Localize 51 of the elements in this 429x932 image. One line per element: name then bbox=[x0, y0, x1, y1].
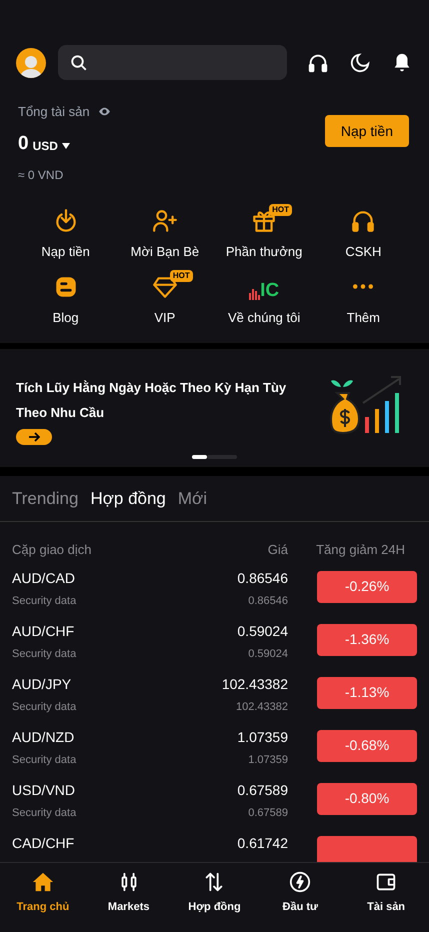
deposit-button[interactable]: Nạp tiền bbox=[324, 115, 409, 147]
more-icon bbox=[353, 284, 374, 289]
market-row[interactable]: AUD/CHF Security data 0.59024 0.59024 -1.36% bbox=[0, 620, 429, 674]
caret-icon bbox=[62, 142, 70, 149]
nav-item[interactable]: Markets bbox=[86, 863, 172, 932]
change-badge: -0.80% bbox=[317, 782, 417, 814]
swap-arrows-icon bbox=[203, 871, 226, 893]
total-assets-label: Tổng tài sản bbox=[18, 103, 90, 121]
market-row[interactable]: AUD/JPY Security data 102.43382 102.43382 -1.13% bbox=[0, 674, 429, 726]
search-field[interactable] bbox=[58, 45, 287, 80]
shortcut-item[interactable]: IC Về chúng tôi bbox=[214, 274, 314, 327]
column-header: Tăng giảm 24H bbox=[315, 541, 406, 559]
tab[interactable]: Mới bbox=[178, 486, 207, 512]
arrow-button[interactable] bbox=[16, 429, 52, 445]
moon-icon[interactable] bbox=[349, 52, 371, 74]
market-row[interactable]: CAD/CHF 0.61742 bbox=[0, 832, 429, 862]
column-header: Giá bbox=[266, 541, 288, 559]
search-icon bbox=[70, 54, 88, 72]
column-header: Cặp giao dịch bbox=[12, 541, 92, 559]
shortcut-item[interactable]: Nạp tiền bbox=[16, 208, 116, 262]
tab[interactable]: Hợp đồng bbox=[90, 486, 166, 512]
nav-item[interactable]: Đầu tư bbox=[257, 863, 344, 932]
shortcut-item[interactable]: CSKH bbox=[314, 208, 413, 262]
shortcut-item[interactable]: Mời Bạn Bè bbox=[115, 208, 214, 262]
arrow-right-icon bbox=[28, 432, 40, 442]
company-logo: IC bbox=[249, 274, 280, 300]
change-badge: -1.36% bbox=[317, 624, 417, 656]
tab[interactable]: Trending bbox=[12, 486, 78, 512]
balance-approx: ≈ 0 VND bbox=[18, 167, 64, 184]
market-row[interactable]: AUD/NZD Security data 1.07359 1.07359 -0.68% bbox=[0, 726, 429, 780]
change-badge: -0.26% bbox=[317, 570, 417, 602]
hot-badge: HOT bbox=[269, 204, 292, 216]
promo-banner[interactable]: Tích Lũy Hằng Ngày Hoặc Theo Kỳ Hạn Tùy Theo Nhu Cầu bbox=[0, 349, 429, 467]
hot-badge: HOT bbox=[170, 270, 193, 282]
currency-selector[interactable]: USD bbox=[32, 136, 70, 155]
nav-item[interactable]: Hợp đồng bbox=[172, 863, 258, 932]
home-icon bbox=[32, 871, 54, 893]
change-badge: -1.13% bbox=[317, 676, 417, 708]
shortcut-item[interactable]: Thêm bbox=[314, 274, 413, 327]
balance-amount: 0 bbox=[18, 132, 29, 156]
avatar[interactable] bbox=[16, 48, 46, 78]
nav-item[interactable]: Trang chủ bbox=[0, 863, 86, 932]
banner-text: Tích Lũy Hằng Ngày Hoặc Theo Kỳ Hạn Tùy Theo Nhu Cầu bbox=[16, 379, 288, 422]
market-row[interactable]: USD/VND Security data 0.67589 0.67589 -0.80% bbox=[0, 780, 429, 832]
nav-item[interactable]: Tài sản bbox=[343, 863, 429, 932]
market-row[interactable]: AUD/CAD Security data 0.86546 0.86546 -0.26% bbox=[0, 568, 429, 620]
add-user-icon bbox=[152, 208, 178, 234]
lightning-icon bbox=[289, 871, 312, 893]
shortcut-item[interactable]: Blog bbox=[16, 274, 116, 327]
change-badge: -0.68% bbox=[317, 730, 417, 762]
wallet-icon bbox=[375, 871, 398, 893]
